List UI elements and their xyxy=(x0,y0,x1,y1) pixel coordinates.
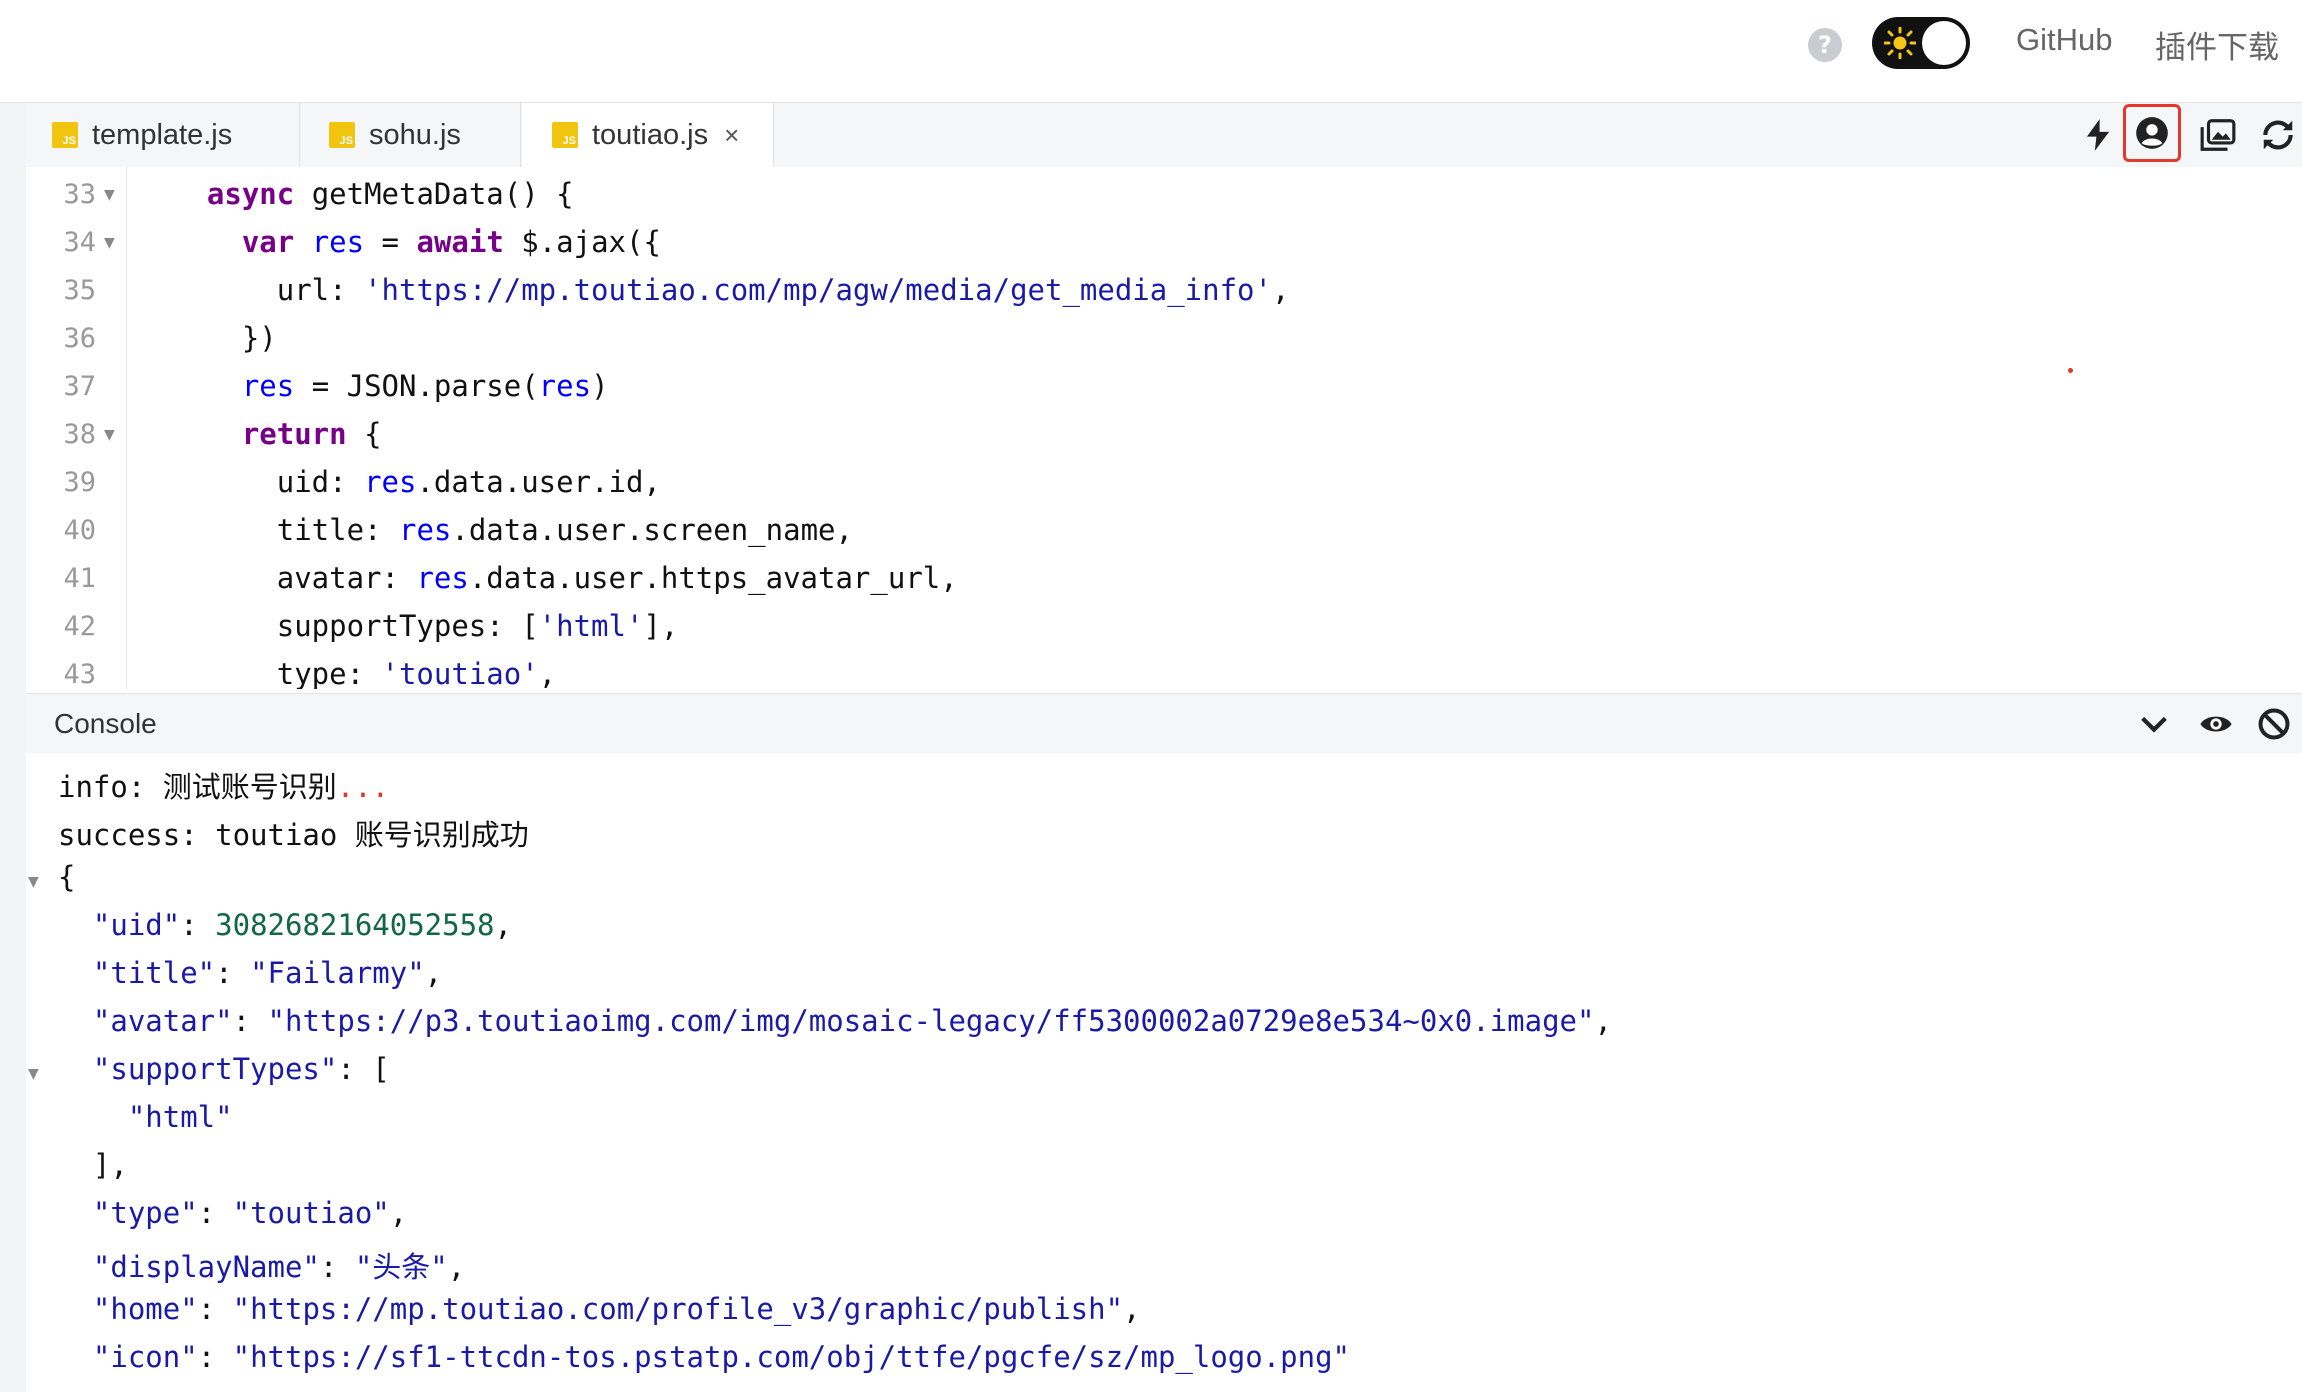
code-line: return { xyxy=(241,417,382,451)
line-number: 41 xyxy=(63,563,96,594)
line-number-gutter: 33 ▼ 34 ▼ 35 36 37 38 ▼ 39 40 41 42 43 xyxy=(26,167,127,689)
code-line: avatar: res.data.user.https_avatar_url, xyxy=(172,561,958,595)
cursor-dot xyxy=(2068,368,2073,373)
console-header: Console xyxy=(26,693,2302,754)
top-header: ? GitHub 插件下载 xyxy=(0,0,2302,103)
code-line: }) xyxy=(172,321,277,355)
js-file-icon: JS xyxy=(552,122,578,148)
fold-arrow-icon[interactable]: ▼ xyxy=(104,187,115,203)
console-line: "title": "Failarmy", xyxy=(92,956,443,990)
code-editor[interactable]: 33 ▼ 34 ▼ 35 36 37 38 ▼ 39 40 41 42 43 a… xyxy=(26,167,2302,689)
block-icon[interactable] xyxy=(2248,702,2300,746)
line-number: 35 xyxy=(63,275,96,306)
line-number: 39 xyxy=(63,467,96,498)
console-line: "displayName": "头条", xyxy=(92,1250,466,1284)
plugin-download-link[interactable]: 插件下载 xyxy=(2155,22,2279,67)
console-line: "supportTypes": [ xyxy=(92,1052,390,1086)
left-strip xyxy=(0,103,26,1392)
tab-template-js[interactable]: JS template.js xyxy=(26,103,300,167)
console-line: "uid": 3082682164052558, xyxy=(92,908,512,942)
code-line: uid: res.data.user.id, xyxy=(172,465,661,499)
console-line: "home": "https://mp.toutiao.com/profile_… xyxy=(92,1292,1141,1326)
images-icon[interactable] xyxy=(2188,105,2248,165)
chevron-down-icon[interactable] xyxy=(2128,702,2180,746)
console-line: "html" xyxy=(127,1100,233,1134)
console-output: info: 测试账号识别... success: toutiao 账号识别成功 … xyxy=(26,753,2302,1392)
line-number: 43 xyxy=(63,659,96,689)
js-file-icon: JS xyxy=(52,122,78,148)
console-title: Console xyxy=(54,708,157,739)
line-number: 33 xyxy=(63,179,96,210)
code-line: url: 'https://mp.toutiao.com/mp/agw/medi… xyxy=(172,273,1290,307)
console-line: { xyxy=(58,860,76,894)
tab-label: template.js xyxy=(92,118,233,151)
console-line: "type": "toutiao", xyxy=(92,1196,408,1230)
tab-toutiao-js[interactable]: JS toutiao.js × xyxy=(522,103,774,167)
line-number: 38 xyxy=(63,419,96,450)
line-number: 42 xyxy=(63,611,96,642)
line-number: 36 xyxy=(63,323,96,354)
refresh-icon[interactable] xyxy=(2248,105,2302,165)
account-circle-icon[interactable] xyxy=(2123,104,2181,162)
tab-label: sohu.js xyxy=(369,118,461,151)
sun-icon xyxy=(1884,27,1916,59)
eye-icon[interactable] xyxy=(2190,702,2242,746)
code-line: var res = await $.ajax({ xyxy=(241,225,661,259)
code-line: res = JSON.parse(res) xyxy=(241,369,609,403)
close-tab-icon[interactable]: × xyxy=(724,120,739,151)
code-line: type: 'toutiao', xyxy=(172,657,557,689)
tab-label: toutiao.js xyxy=(592,118,709,151)
fold-arrow-icon[interactable]: ▼ xyxy=(104,427,115,443)
console-line: ], xyxy=(58,1148,128,1182)
fold-arrow-icon[interactable]: ▼ xyxy=(28,1066,39,1082)
theme-toggle[interactable] xyxy=(1872,17,1970,69)
line-number: 40 xyxy=(63,515,96,546)
line-number: 34 xyxy=(63,227,96,258)
fold-arrow-icon[interactable]: ▼ xyxy=(104,235,115,251)
line-number: 37 xyxy=(63,371,96,402)
fold-arrow-icon[interactable]: ▼ xyxy=(28,874,39,890)
console-line: info: 测试账号识别... xyxy=(58,770,390,804)
console-line: "icon": "https://sf1-ttcdn-tos.pstatp.co… xyxy=(92,1340,1351,1374)
code-line: async getMetaData() { xyxy=(206,177,574,211)
question-circle-icon[interactable]: ? xyxy=(1808,28,1842,62)
code-line: supportTypes: ['html'], xyxy=(172,609,679,643)
js-file-icon: JS xyxy=(329,122,355,148)
console-line: "avatar": "https://p3.toutiaoimg.com/img… xyxy=(92,1004,1612,1038)
code-line: title: res.data.user.screen_name, xyxy=(172,513,853,547)
github-link[interactable]: GitHub xyxy=(2016,22,2112,58)
lightning-icon[interactable] xyxy=(2068,105,2128,165)
console-line: success: toutiao 账号识别成功 xyxy=(58,818,529,852)
toggle-knob xyxy=(1922,21,1966,65)
tab-sohu-js[interactable]: JS sohu.js xyxy=(301,103,521,167)
